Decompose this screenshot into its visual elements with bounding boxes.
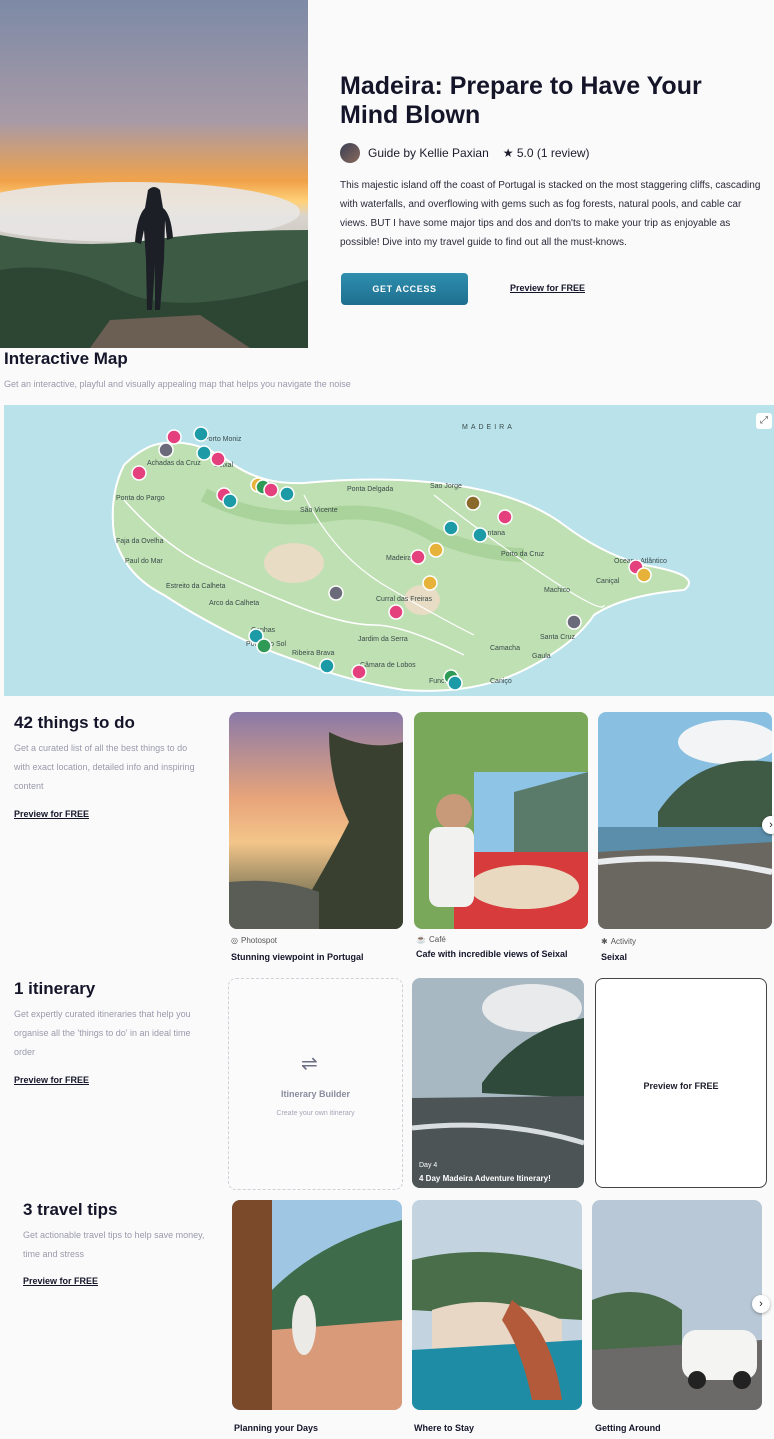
tip-card-title[interactable]: Getting Around xyxy=(595,1423,661,1433)
itinerary-builder-card[interactable]: ⇌ Itinerary Builder Create your own itin… xyxy=(228,978,403,1190)
expand-icon[interactable]: ⤢ xyxy=(756,413,772,429)
card-category: ☕ Café xyxy=(416,935,446,944)
thing-card-image[interactable] xyxy=(229,712,403,929)
card-title[interactable]: Seixal xyxy=(601,952,627,962)
route-icon: ⇌ xyxy=(301,1053,318,1075)
itinerary-section-subtitle: Get expertly curated itineraries that he… xyxy=(14,1009,191,1057)
builder-subtitle: Create your own itinerary xyxy=(276,1110,355,1117)
map-section-title: Interactive Map xyxy=(4,349,128,368)
map-section-subtitle: Get an interactive, playful and visually… xyxy=(4,379,351,389)
tip-card-image[interactable] xyxy=(232,1200,402,1410)
map-label: Arco da Calheta xyxy=(209,600,259,607)
tips-preview-link[interactable]: Preview for FREE xyxy=(23,1276,98,1286)
tips-section-subtitle: Get actionable travel tips to help save … xyxy=(23,1230,205,1259)
rating: ★ 5.0 (1 review) xyxy=(502,146,590,160)
map-label: Ponta Delgada xyxy=(347,486,393,493)
map-label: Ponta do Pargo xyxy=(116,495,165,502)
itinerary-preview-card[interactable]: Preview for FREE xyxy=(595,978,767,1188)
map-label: Caniçal xyxy=(596,578,620,585)
chevron-right-icon[interactable]: › xyxy=(762,816,774,834)
itinerary-section-title: 1 itinerary xyxy=(14,979,96,998)
hiker-icon: ✱ xyxy=(601,937,608,946)
map-label: Ribeira Brava xyxy=(292,650,335,657)
map-label: Caniço xyxy=(490,678,512,685)
interactive-map[interactable]: MADEIRA Porto Moniz Achadas da Cruz Seix… xyxy=(4,405,774,696)
map-label: Faja da Ovelha xyxy=(116,538,164,545)
map-label: Curral das Freiras xyxy=(376,596,433,603)
things-section-subtitle: Get a curated list of all the best thing… xyxy=(14,743,195,791)
guide-title: Madeira: Prepare to Have Your Mind Blown xyxy=(340,72,702,129)
camera-icon: ◎ xyxy=(231,936,238,945)
builder-title: Itinerary Builder xyxy=(280,1089,351,1099)
card-category: ✱ Activity xyxy=(601,937,636,946)
things-section-title: 42 things to do xyxy=(14,713,135,732)
preview-free-link[interactable]: Preview for FREE xyxy=(510,283,585,293)
get-access-button[interactable]: GET ACCESS xyxy=(341,273,468,305)
hero-photo xyxy=(0,0,308,348)
card-category-label: Photospot xyxy=(240,936,278,945)
author-name[interactable]: Guide by Kellie Paxian xyxy=(368,146,489,160)
tip-card-title[interactable]: Planning your Days xyxy=(234,1423,318,1433)
tip-card-image[interactable] xyxy=(412,1200,582,1410)
map-label: São Vicente xyxy=(300,507,338,514)
tip-card-title[interactable]: Where to Stay xyxy=(414,1423,474,1433)
map-label: Achadas da Cruz xyxy=(147,460,201,467)
map-label: Machico xyxy=(544,587,570,594)
map-label: Câmara de Lobos xyxy=(360,662,416,669)
card-category-label: Activity xyxy=(610,937,637,946)
map-label: Paul do Mar xyxy=(125,558,163,565)
coffee-icon: ☕ xyxy=(416,935,426,944)
map-label: Sao Jorge xyxy=(430,483,462,490)
map-label: Porto da Cruz xyxy=(501,551,545,558)
map-label: Gaula xyxy=(532,653,551,660)
map-label: Estreito da Calheta xyxy=(166,583,226,590)
day-title: 4 Day Madeira Adventure Itinerary! xyxy=(419,1174,551,1183)
map-label: Jardim da Serra xyxy=(358,636,408,643)
guide-description: This majestic island off the coast of Po… xyxy=(340,180,761,248)
card-category: ◎ Photospot xyxy=(231,936,277,945)
itinerary-preview-link[interactable]: Preview for FREE xyxy=(14,1075,89,1085)
itinerary-day-card[interactable]: Day 4 4 Day Madeira Adventure Itinerary! xyxy=(412,978,584,1188)
card-title[interactable]: Cafe with incredible views of Seixal xyxy=(416,949,568,959)
tip-card-image[interactable] xyxy=(592,1200,762,1410)
map-label: Porto Moniz xyxy=(204,436,242,443)
map-label: Santa Cruz xyxy=(540,634,576,641)
things-preview-link[interactable]: Preview for FREE xyxy=(14,809,89,819)
card-title[interactable]: Stunning viewpoint in Portugal xyxy=(231,952,364,962)
map-sea-label: MADEIRA xyxy=(462,424,515,431)
preview-card-label[interactable]: Preview for FREE xyxy=(596,1081,766,1091)
thing-card-image[interactable] xyxy=(598,712,772,929)
day-label: Day 4 xyxy=(419,1162,438,1169)
chevron-right-icon[interactable]: › xyxy=(752,1295,770,1313)
tips-section-title: 3 travel tips xyxy=(23,1200,118,1219)
map-label: Madeira xyxy=(386,555,411,562)
map-label: Camacha xyxy=(490,645,520,652)
thing-card-image[interactable] xyxy=(414,712,588,929)
guide-author-row: Guide by Kellie Paxian ★ 5.0 (1 review) xyxy=(340,143,590,163)
author-avatar[interactable] xyxy=(340,143,360,163)
card-category-label: Café xyxy=(428,935,446,944)
